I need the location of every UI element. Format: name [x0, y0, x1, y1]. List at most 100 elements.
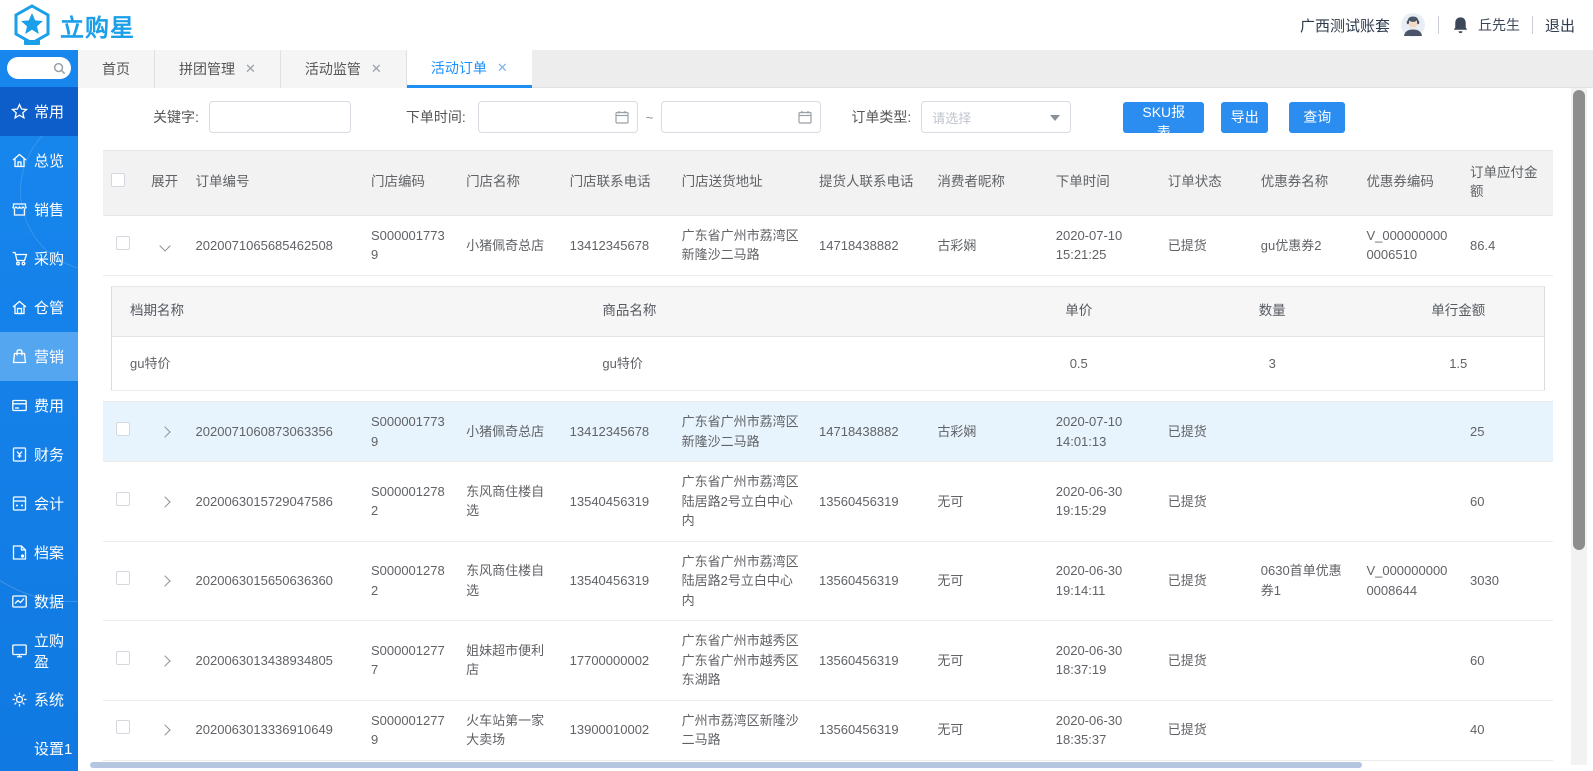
tab-4[interactable]: 活动订单✕ [407, 50, 532, 88]
sidebar-item-3[interactable]: 销售 [0, 185, 78, 234]
cell-coupon-code: V_0000000000008644 [1358, 541, 1462, 621]
row-checkbox[interactable] [116, 236, 130, 250]
sidebar-item-11[interactable]: 数据 [0, 577, 78, 626]
chevron-right-icon[interactable] [160, 576, 171, 587]
subtable-row: gu特价gu特价0.531.5 [112, 336, 1545, 391]
column-header: 门店送货地址 [674, 151, 811, 216]
brand-name: 立购星 [60, 8, 135, 43]
chevron-down-icon [1050, 115, 1060, 121]
query-button[interactable]: 查询 [1289, 102, 1345, 133]
sidebar-item-12[interactable]: 立购盈 [0, 626, 78, 675]
sidebar-item-label: 营销 [34, 346, 64, 367]
close-icon[interactable]: ✕ [497, 60, 508, 76]
sidebar-item-6[interactable]: 营销 [0, 332, 78, 381]
logout-button[interactable]: 退出 [1545, 15, 1575, 36]
cell-amount: 86.4 [1462, 215, 1553, 275]
table-row[interactable]: 2020063015650636360S0000012782东风商住楼自选135… [103, 541, 1553, 621]
close-icon[interactable]: ✕ [245, 61, 256, 77]
chevron-down-icon[interactable] [160, 240, 171, 251]
horizontal-scrollbar[interactable] [90, 762, 1473, 768]
tab-3[interactable]: 活动监管✕ [281, 50, 407, 88]
column-header: 展开 [143, 151, 187, 216]
table-row[interactable]: 2020063013438934805S0000012777姐妹超市便利店177… [103, 621, 1553, 701]
cell-coupon-name [1253, 462, 1359, 542]
row-checkbox[interactable] [116, 651, 130, 665]
subtable-column-header: 数量 [1172, 286, 1373, 336]
cell-status: 已提货 [1160, 215, 1253, 275]
cell-coupon-code [1358, 402, 1462, 462]
row-checkbox[interactable] [116, 422, 130, 436]
account-name[interactable]: 广西测试账套 [1300, 15, 1390, 36]
sku-report-button[interactable]: SKU报表 [1123, 102, 1204, 133]
cell-order-no: 2020071065685462508 [188, 215, 363, 275]
select-all-checkbox-cell [103, 151, 143, 216]
cell-nickname: 古彩娴 [929, 402, 1047, 462]
sidebar-item-13[interactable]: 系统 [0, 675, 78, 724]
close-icon[interactable]: ✕ [371, 61, 382, 77]
table-row[interactable]: 2020063015729047586S0000012782东风商住楼自选135… [103, 462, 1553, 542]
sidebar-item-14[interactable]: 设置1 [0, 724, 78, 771]
store-icon [11, 201, 28, 218]
cell-coupon-name [1253, 621, 1359, 701]
row-checkbox-cell [103, 462, 143, 542]
sidebar-item-1[interactable]: 常用 [0, 87, 78, 136]
keyword-input[interactable] [209, 101, 351, 133]
chevron-right-icon[interactable] [160, 655, 171, 666]
date-to-input[interactable] [661, 101, 821, 133]
cell-order-time: 2020-06-30 18:37:19 [1048, 621, 1160, 701]
row-checkbox-cell [103, 621, 143, 701]
sidebar-item-10[interactable]: 档案 [0, 528, 78, 577]
table-row[interactable]: 2020071060873063356S0000017739小猪佩奇总店1341… [103, 402, 1553, 462]
sidebar-search-input[interactable] [7, 57, 71, 79]
avatar[interactable] [1400, 12, 1426, 38]
tab-1[interactable]: 首页 [78, 50, 155, 88]
sidebar-item-8[interactable]: 财务 [0, 430, 78, 479]
chevron-right-icon[interactable] [160, 725, 171, 736]
sidebar-item-9[interactable]: 会计 [0, 479, 78, 528]
row-checkbox[interactable] [116, 720, 130, 734]
cell-coupon-code [1358, 700, 1462, 760]
cell-coupon-name: gu优惠券2 [1253, 215, 1359, 275]
cell-amount: 40 [1462, 700, 1553, 760]
sidebar-item-4[interactable]: 采购 [0, 234, 78, 283]
select-all-checkbox[interactable] [111, 173, 125, 187]
subtable-cell: gu特价 [584, 336, 985, 391]
cell-order-no: 2020063013336910649 [188, 700, 363, 760]
table-row[interactable]: 2020063013336910649S0000012779火车站第一家大卖场1… [103, 700, 1553, 760]
main-content: 关键字: 下单时间: ~ 订单类型: 请选择 SKU报表 导出 [78, 88, 1593, 771]
sidebar-item-5[interactable]: 仓管 [0, 283, 78, 332]
expand-cell [143, 215, 187, 275]
cell-order-time: 2020-06-30 19:14:11 [1048, 541, 1160, 621]
subtable-column-header: 商品名称 [584, 286, 985, 336]
cell-store-phone: 13412345678 [562, 402, 674, 462]
cell-store-code: S0000012782 [363, 541, 458, 621]
search-icon [53, 62, 66, 75]
sidebar-item-label: 财务 [34, 444, 64, 465]
cell-nickname: 无可 [929, 621, 1047, 701]
row-checkbox[interactable] [116, 492, 130, 506]
horizontal-scrollbar-thumb[interactable] [90, 762, 1362, 768]
cell-amount: 60 [1462, 621, 1553, 701]
sidebar-item-7[interactable]: 费用 [0, 381, 78, 430]
vertical-scrollbar-thumb[interactable] [1573, 90, 1585, 550]
column-header: 优惠券名称 [1253, 151, 1359, 216]
cell-store-code: S0000012779 [363, 700, 458, 760]
order-type-select[interactable]: 请选择 [921, 101, 1071, 133]
cell-coupon-name [1253, 700, 1359, 760]
row-checkbox[interactable] [116, 571, 130, 585]
export-button[interactable]: 导出 [1221, 102, 1268, 133]
notification-bell-icon[interactable] [1451, 16, 1470, 35]
date-from-input[interactable] [478, 101, 638, 133]
user-name[interactable]: 丘先生 [1478, 15, 1520, 35]
vertical-scrollbar[interactable] [1571, 88, 1587, 765]
cell-status: 已提货 [1160, 402, 1253, 462]
sidebar-item-2[interactable]: 总览 [0, 136, 78, 185]
table-row[interactable]: 2020071065685462508S0000017739小猪佩奇总店1341… [103, 215, 1553, 275]
chevron-right-icon[interactable] [160, 426, 171, 437]
chevron-right-icon[interactable] [160, 496, 171, 507]
cell-store-name: 东风商住楼自选 [458, 541, 562, 621]
tab-2[interactable]: 拼团管理✕ [155, 50, 281, 88]
cell-coupon-code [1358, 462, 1462, 542]
row-checkbox-cell [103, 215, 143, 275]
logo-hexagon-star-icon [10, 3, 54, 47]
